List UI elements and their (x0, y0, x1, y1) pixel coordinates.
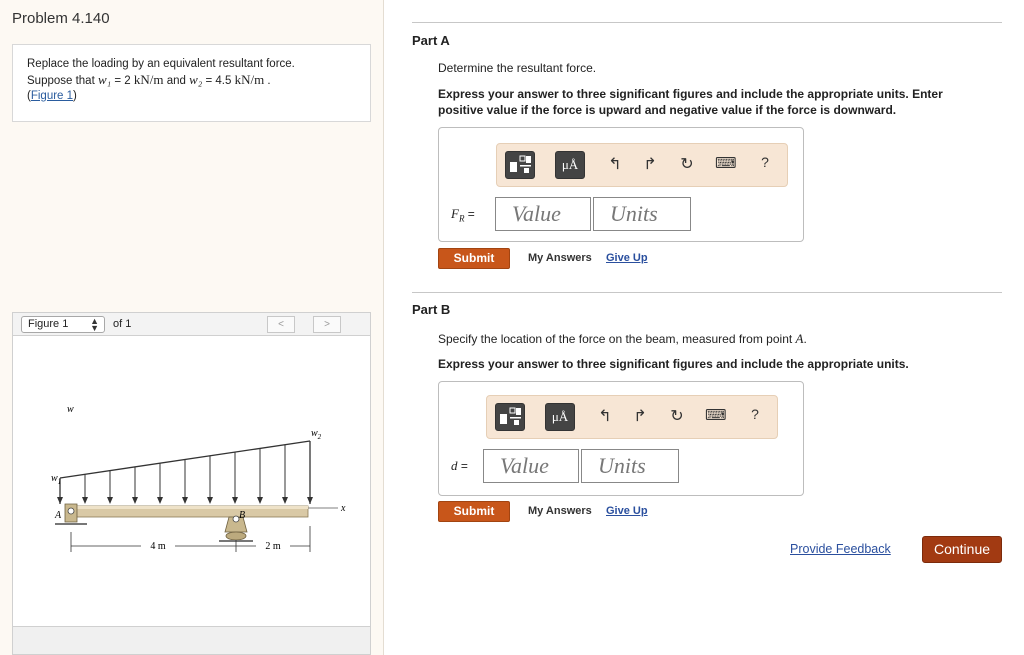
support-b (219, 515, 253, 542)
label-w: w (67, 404, 74, 415)
label-x: x (340, 503, 346, 514)
part-b-value-input[interactable]: Value (483, 449, 579, 483)
beam-load-diagram: w w2 w1 A B x 4 m 2 m (51, 404, 346, 552)
part-a-title: Part A (412, 33, 450, 48)
label-b: B (239, 510, 245, 521)
redo-icon[interactable]: ↱ (640, 154, 660, 174)
part-a-give-up-link[interactable]: Give Up (606, 252, 648, 264)
label-a: A (54, 510, 62, 521)
reset-icon[interactable]: ↻ (677, 154, 697, 174)
part-a-express: Express your answer to three significant… (438, 87, 943, 101)
load-arrow-head (132, 497, 138, 504)
undo-icon[interactable]: ↰ (595, 406, 615, 426)
figure-count: of 1 (113, 318, 132, 330)
part-b-give-up-link[interactable]: Give Up (606, 505, 648, 517)
part-b-title: Part B (412, 302, 451, 317)
templates-icon[interactable] (505, 151, 535, 179)
part-a-units-input[interactable]: Units (593, 197, 691, 231)
figure-navigation-bar: Figure 1 ▲ ▼ of 1 < > (12, 312, 371, 336)
answer-panel: Part A Determine the resultant force. Ex… (385, 0, 1024, 655)
help-icon[interactable]: ? (755, 154, 775, 170)
label-w1: w1 (51, 473, 61, 486)
problem-line-2: Suppose that w₁ = 2 kN/m and w₂ = 4.5 kN… (27, 72, 271, 87)
part-b-toolbar: μÅ ↰ ↱ ↻ ⌨ ? (486, 395, 778, 439)
part-a-variable: FR = (451, 206, 475, 224)
next-figure-button[interactable]: > (313, 316, 341, 333)
keyboard-icon[interactable]: ⌨ (715, 154, 737, 172)
problem-line-1: Replace the loading by an equivalent res… (27, 58, 295, 70)
part-b-units-input[interactable]: Units (581, 449, 679, 483)
templates-icon[interactable] (495, 403, 525, 431)
part-b-express: Express your answer to three significant… (438, 357, 909, 371)
part-b-instruction: Specify the location of the force on the… (438, 331, 807, 346)
figure-select[interactable]: Figure 1 ▲ ▼ (21, 316, 105, 333)
load-arrow-head (257, 497, 263, 504)
label-w2: w2 (311, 428, 322, 441)
figure-footer (12, 626, 371, 655)
load-arrow-head (82, 497, 88, 504)
prev-figure-button[interactable]: < (267, 316, 295, 333)
load-arrow-head (207, 497, 213, 504)
load-arrow-head (157, 497, 163, 504)
divider-part-b (412, 292, 1002, 293)
label-dim-1: 4 m (150, 541, 166, 552)
part-a-instruction: Determine the resultant force. (438, 61, 597, 75)
problem-statement: Replace the loading by an equivalent res… (12, 44, 371, 122)
divider-part-a (412, 22, 1002, 23)
part-a-submit-button[interactable]: Submit (438, 248, 510, 269)
part-b-variable: d = (451, 458, 468, 473)
redo-icon[interactable]: ↱ (630, 406, 650, 426)
load-arrow-head (232, 497, 238, 504)
label-dim-2: 2 m (265, 541, 281, 552)
part-a-value-input[interactable]: Value (495, 197, 591, 231)
select-arrows-icon: ▲ ▼ (90, 316, 99, 333)
part-b-submit-button[interactable]: Submit (438, 501, 510, 522)
problem-line-3: (Figure 1) (27, 90, 77, 102)
provide-feedback-link[interactable]: Provide Feedback (790, 542, 891, 556)
problem-title: Problem 4.140 (12, 10, 110, 27)
part-a-answer-box: μÅ ↰ ↱ ↻ ⌨ ? FR = Value Units (438, 127, 804, 242)
load-arrow-head (57, 497, 63, 504)
load-arrow-head (182, 497, 188, 504)
load-arrow-head (307, 497, 313, 504)
keyboard-icon[interactable]: ⌨ (705, 406, 727, 424)
part-a-toolbar: μÅ ↰ ↱ ↻ ⌨ ? (496, 143, 788, 187)
load-arrow-head (107, 497, 113, 504)
figure-link[interactable]: Figure 1 (31, 90, 73, 102)
part-b-my-answers-link[interactable]: My Answers (528, 505, 592, 517)
part-a-my-answers-link[interactable]: My Answers (528, 252, 592, 264)
continue-button[interactable]: Continue (922, 536, 1002, 563)
part-a-express-2: positive value if the force is upward an… (438, 103, 897, 117)
units-symbol-button[interactable]: μÅ (545, 403, 575, 431)
help-icon[interactable]: ? (745, 406, 765, 422)
part-b-answer-box: μÅ ↰ ↱ ↻ ⌨ ? d = Value Units (438, 381, 804, 496)
figure-area: w w2 w1 A B x 4 m 2 m (12, 336, 371, 626)
units-symbol-button[interactable]: μÅ (555, 151, 585, 179)
reset-icon[interactable]: ↻ (667, 406, 687, 426)
undo-icon[interactable]: ↰ (605, 154, 625, 174)
problem-panel: Problem 4.140 Replace the loading by an … (0, 0, 384, 655)
load-arrow-head (282, 497, 288, 504)
